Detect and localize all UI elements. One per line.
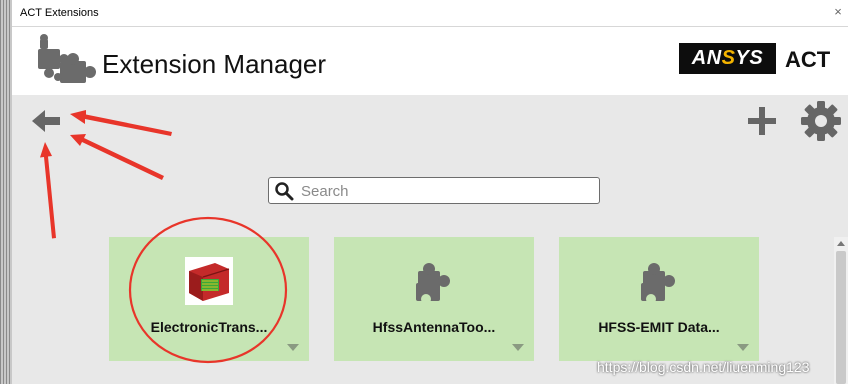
left-panel-edge xyxy=(0,0,12,384)
extension-manager-header: Extension Manager ANSYS ACT xyxy=(12,27,848,95)
extension-tile-electronictrans[interactable]: ElectronicTrans... xyxy=(109,237,309,361)
watermark: https://blog.csdn.net/liuenming123 xyxy=(597,359,810,375)
ansys-logo: ANSYS xyxy=(679,43,776,74)
window-close-button[interactable]: × xyxy=(830,4,846,20)
extension-tile-label: HFSS-EMIT Data... xyxy=(598,319,720,335)
arrow-left-icon[interactable] xyxy=(29,107,63,135)
plus-icon[interactable] xyxy=(744,103,780,139)
window-title: ACT Extensions xyxy=(20,7,99,19)
extension-tile-label: ElectronicTrans... xyxy=(150,319,268,335)
chevron-down-icon[interactable] xyxy=(287,344,299,351)
ansys-logo-text: ANSYS xyxy=(679,43,776,74)
puzzle-piece-icon xyxy=(641,263,675,304)
vertical-scrollbar[interactable] xyxy=(834,237,848,384)
gear-icon[interactable] xyxy=(800,100,842,142)
search-input[interactable] xyxy=(299,180,593,203)
puzzle-pieces-icon xyxy=(38,34,96,83)
scroll-up-arrow[interactable] xyxy=(837,241,845,246)
puzzle-piece-icon xyxy=(416,263,450,304)
search-box[interactable] xyxy=(268,177,600,204)
electronic-transformer-icon xyxy=(185,257,233,305)
extension-tile-label: HfssAntennaToo... xyxy=(372,319,496,335)
window-titlebar: ACT Extensions × xyxy=(12,0,848,27)
chevron-down-icon[interactable] xyxy=(737,344,749,351)
search-icon xyxy=(275,182,294,201)
toolbar xyxy=(12,95,848,155)
chevron-down-icon[interactable] xyxy=(512,344,524,351)
extension-tile-hfssantenna[interactable]: HfssAntennaToo... xyxy=(334,237,534,361)
act-product-label: ACT xyxy=(785,47,831,72)
logo-part-ys: YS xyxy=(735,47,764,69)
logo-part-an: AN xyxy=(691,47,722,69)
logo-part-s: S xyxy=(721,47,736,69)
scroll-thumb[interactable] xyxy=(836,251,846,384)
act-extensions-window: ACT Extensions × Extension Manager ANSYS… xyxy=(12,0,848,384)
page-title: Extension Manager xyxy=(102,49,327,79)
extension-tile-hfss-emit[interactable]: HFSS-EMIT Data... xyxy=(559,237,759,361)
